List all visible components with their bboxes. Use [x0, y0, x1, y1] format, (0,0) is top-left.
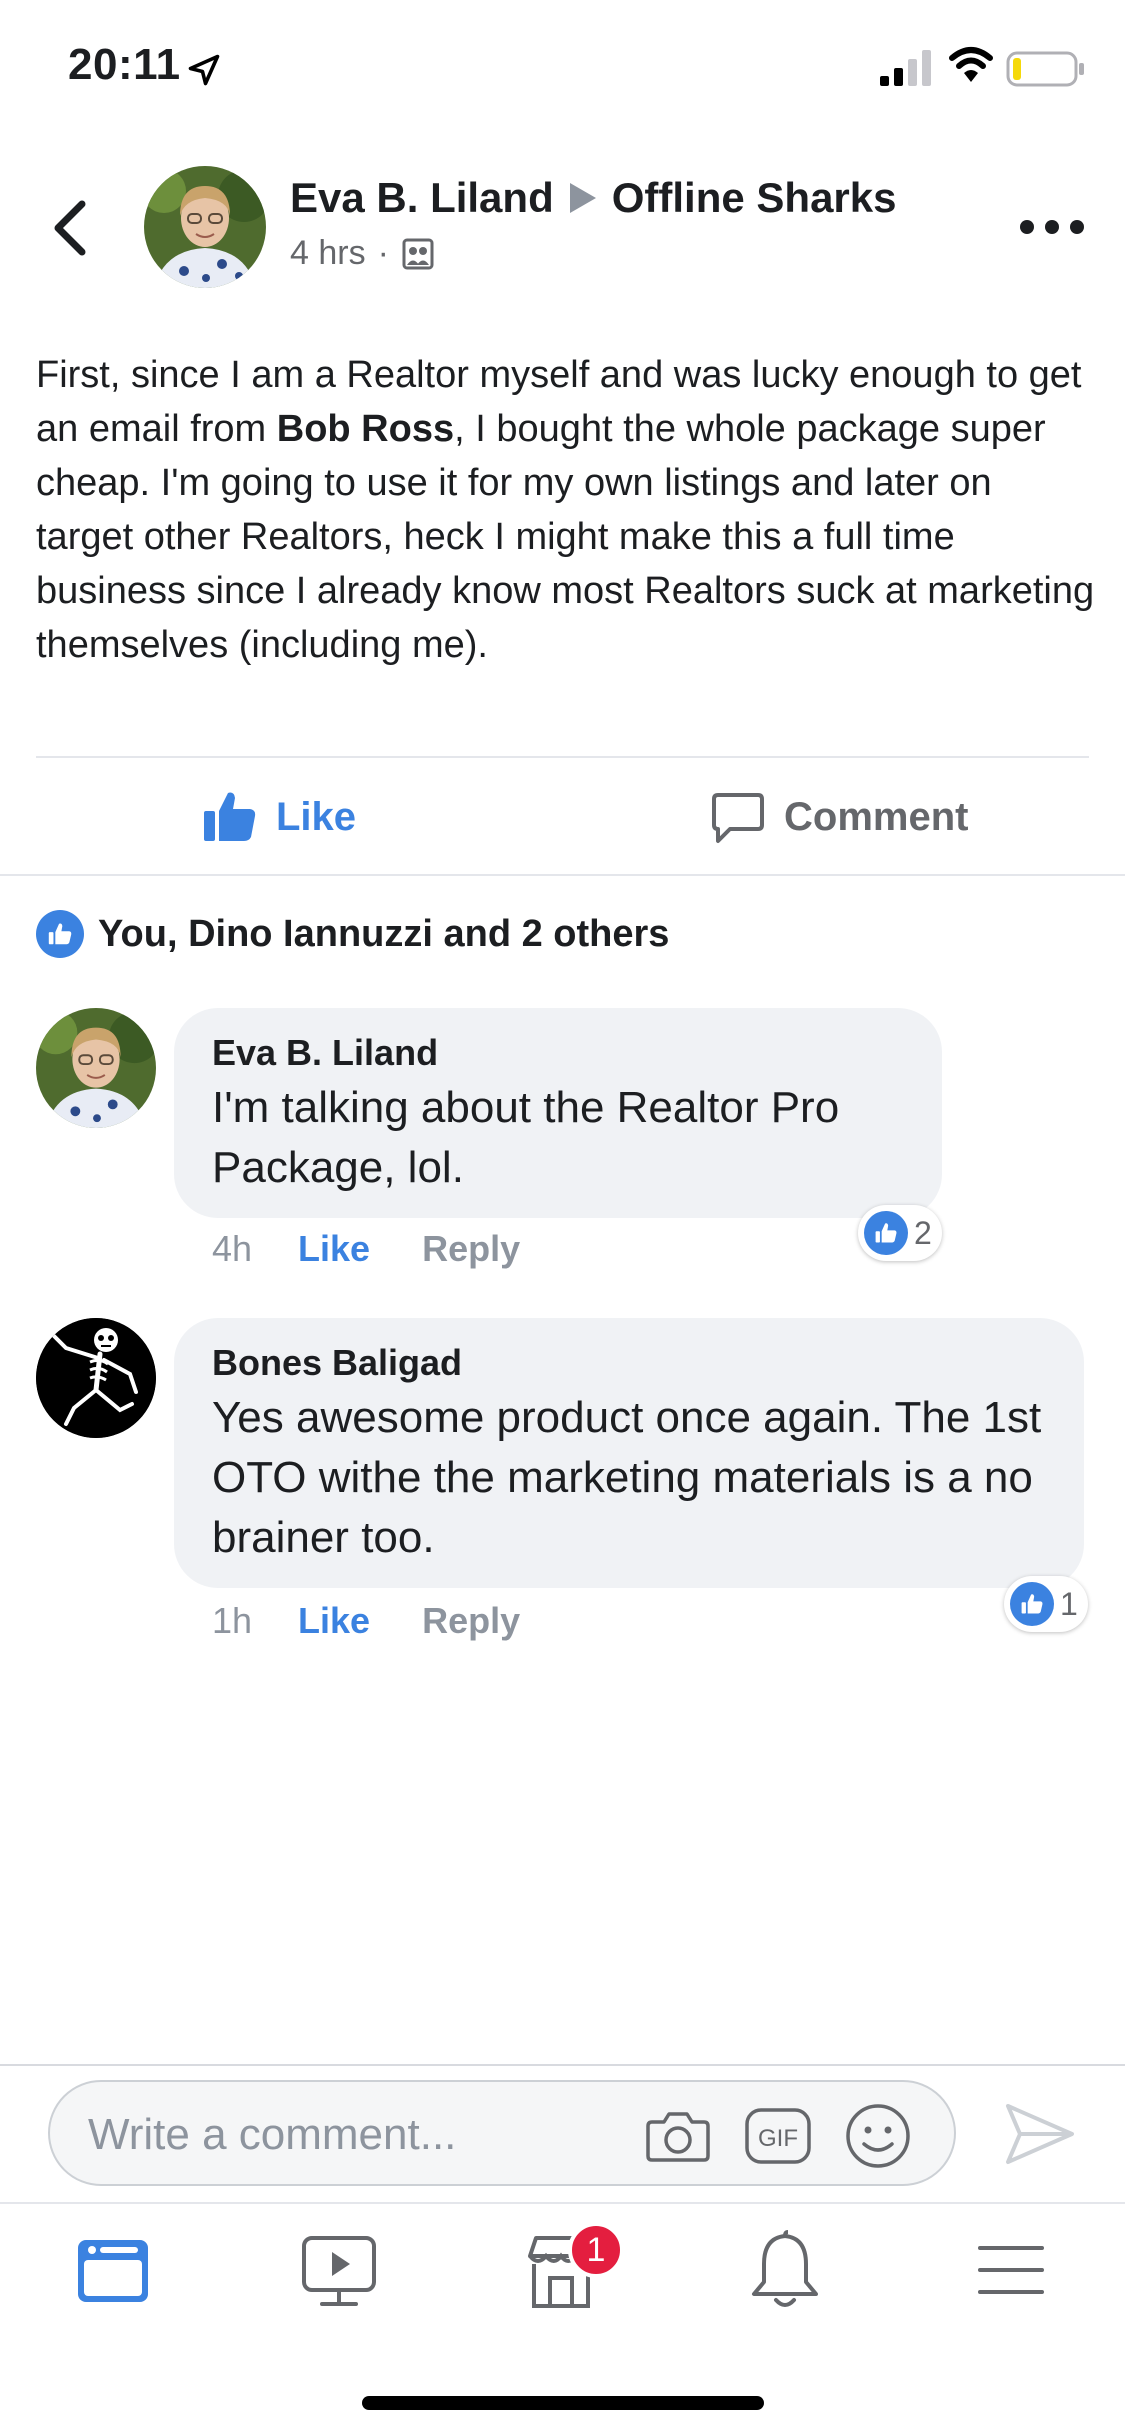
thumbs-up-icon: [204, 792, 256, 841]
reaction-count: 1: [1060, 1585, 1078, 1622]
comment-bubble[interactable]: Bones Baligad Yes awesome product once a…: [174, 1318, 1084, 1588]
marketplace-badge: 1: [568, 2222, 624, 2278]
post-body: First, since I am a Realtor myself and w…: [36, 348, 1096, 672]
comment-like-button[interactable]: Like: [298, 1600, 370, 1642]
cellular-signal-icon: [880, 50, 931, 86]
post-header-title: Eva B. Liland Offline Sharks: [290, 174, 897, 222]
comment-bubble-icon: [712, 793, 764, 843]
comment-bubble[interactable]: Eva B. Liland I'm talking about the Real…: [174, 1008, 942, 1218]
location-arrow-icon: [188, 54, 220, 86]
emoji-icon[interactable]: [842, 2100, 914, 2172]
divider: [0, 874, 1125, 876]
more-dot-icon: [1070, 220, 1084, 234]
gif-icon[interactable]: GIF: [742, 2100, 814, 2172]
like-reaction-icon: [36, 910, 84, 958]
comment-like-button[interactable]: Like: [298, 1228, 370, 1270]
comment-time: 4h: [212, 1228, 253, 1269]
group-privacy-icon: [402, 238, 434, 269]
menu-hamburger-icon[interactable]: [966, 2226, 1056, 2316]
back-chevron-icon[interactable]: [44, 196, 94, 260]
comment-avatar[interactable]: [36, 1318, 156, 1438]
camera-icon[interactable]: [642, 2100, 714, 2172]
like-button[interactable]: Like: [200, 782, 356, 852]
divider: [0, 2064, 1125, 2066]
mentioned-name[interactable]: Bob Ross: [277, 408, 454, 450]
comment-reply-button[interactable]: Reply: [422, 1228, 520, 1270]
comment-avatar[interactable]: [36, 1008, 156, 1128]
meta-separator: ·: [377, 234, 389, 272]
like-label: Like: [276, 794, 357, 839]
watch-tab-icon[interactable]: [294, 2226, 384, 2316]
comment-time: 1h: [212, 1600, 253, 1641]
commenter-name[interactable]: Eva B. Liland: [212, 1032, 904, 1074]
battery-icon: [1006, 51, 1084, 87]
comment-input[interactable]: Write a comment... GIF: [48, 2080, 956, 2186]
comment-input-placeholder: Write a comment...: [88, 2110, 457, 2159]
post-meta: 4 hrs ·: [290, 234, 435, 273]
comment-text: Yes awesome product once again. The 1st …: [212, 1393, 1042, 1562]
post-author-avatar[interactable]: [144, 166, 266, 288]
comment-reaction-count[interactable]: 2: [858, 1205, 942, 1261]
status-time: 20:11: [68, 40, 181, 89]
like-reaction-icon: [864, 1211, 908, 1255]
more-dot-icon: [1020, 220, 1034, 234]
divider: [36, 756, 1089, 758]
gif-icon-label: GIF: [758, 2125, 798, 2152]
comment-reaction-count[interactable]: 1: [1004, 1576, 1088, 1632]
comment-text: I'm talking about the Realtor Pro Packag…: [212, 1083, 840, 1192]
reactions-summary[interactable]: You, Dino Iannuzzi and 2 others: [36, 910, 669, 958]
group-arrow-icon: [569, 183, 596, 213]
send-icon[interactable]: [1000, 2094, 1080, 2174]
home-indicator[interactable]: [362, 2396, 764, 2410]
news-feed-tab-icon[interactable]: [68, 2226, 158, 2316]
like-reaction-icon: [1010, 1582, 1054, 1626]
comment-actions: 4h Like Reply: [212, 1228, 520, 1270]
status-bar: 20:11: [0, 0, 1125, 132]
post-author-name[interactable]: Eva B. Liland: [290, 174, 554, 222]
reaction-count: 2: [914, 1214, 932, 1251]
reactions-text: You, Dino Iannuzzi and 2 others: [98, 912, 670, 955]
comment-button[interactable]: Comment: [708, 782, 968, 852]
comment-label: Comment: [784, 794, 969, 839]
notifications-bell-icon[interactable]: [740, 2226, 830, 2316]
commenter-name[interactable]: Bones Baligad: [212, 1342, 1046, 1384]
post-group-name[interactable]: Offline Sharks: [612, 174, 897, 222]
wifi-icon: [949, 47, 993, 82]
post-timestamp[interactable]: 4 hrs: [290, 234, 366, 273]
more-options-button[interactable]: [1020, 214, 1084, 240]
comment-reply-button[interactable]: Reply: [422, 1600, 520, 1642]
more-dot-icon: [1045, 220, 1059, 234]
comment-actions: 1h Like Reply: [212, 1600, 520, 1642]
divider: [0, 2202, 1125, 2204]
